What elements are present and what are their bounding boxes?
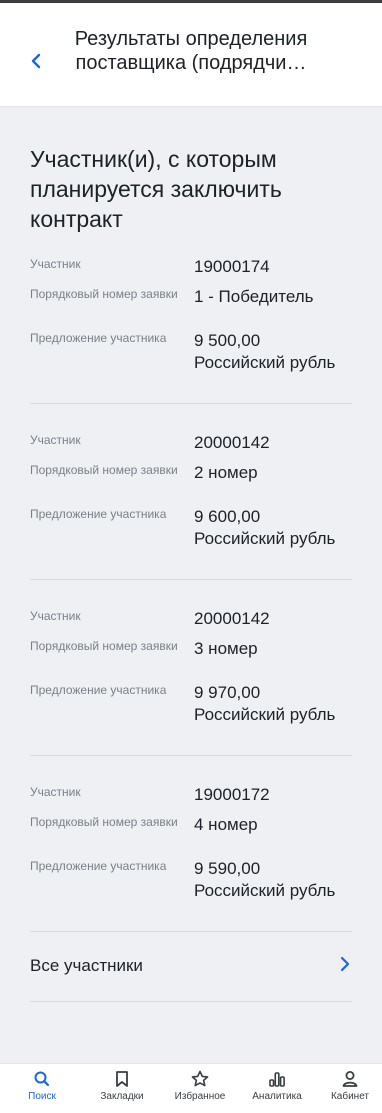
participant-card: Участник 20000142 Порядковый номер заявк… xyxy=(30,433,360,584)
participant-label: Участник xyxy=(30,609,81,623)
offer-amount: 9 600,00 xyxy=(194,507,261,526)
divider xyxy=(30,1001,352,1002)
all-participants-link[interactable]: Все участники xyxy=(30,951,352,981)
all-participants-label: Все участники xyxy=(30,956,143,975)
offer-currency: Российский рубль xyxy=(194,881,336,900)
application-number-label: Порядковый номер заявки xyxy=(30,815,178,829)
tab-bookmarks[interactable]: Закладки xyxy=(92,1070,152,1112)
application-number-value: 3 номер xyxy=(194,639,258,658)
participant-label: Участник xyxy=(30,785,81,799)
divider xyxy=(30,579,352,580)
offer-label: Предложение участника xyxy=(30,507,167,521)
header: Результаты определения поставщика (подря… xyxy=(0,3,382,107)
tab-label: Закладки xyxy=(100,1091,144,1102)
offer-amount: 9 590,00 xyxy=(194,859,261,878)
tab-label: Кабинет xyxy=(330,1091,370,1102)
tab-label: Аналитика xyxy=(252,1091,302,1102)
user-icon xyxy=(342,1071,358,1087)
star-icon xyxy=(191,1070,209,1087)
offer-label: Предложение участника xyxy=(30,331,167,345)
application-number-value: 2 номер xyxy=(194,463,258,482)
application-number-value: 4 номер xyxy=(194,815,258,834)
divider xyxy=(30,403,352,404)
section-title: Участник(и), с которым планируется заклю… xyxy=(30,146,282,232)
offer-amount: 9 500,00 xyxy=(194,331,261,350)
participant-label: Участник xyxy=(30,433,81,447)
analytics-icon xyxy=(269,1072,285,1087)
tab-favorites[interactable]: Избранное xyxy=(165,1070,235,1112)
chevron-left-icon xyxy=(31,53,41,69)
participant-label: Участник xyxy=(30,257,81,271)
offer-currency: Российский рубль xyxy=(194,353,336,372)
search-icon xyxy=(34,1071,50,1087)
participant-value: 19000174 xyxy=(194,257,270,276)
offer-amount: 9 970,00 xyxy=(194,683,261,702)
participant-card: Участник 19000174 Порядковый номер заявк… xyxy=(30,257,360,408)
participant-value: 20000142 xyxy=(194,609,270,628)
back-button[interactable] xyxy=(26,49,46,73)
tab-label: Избранное xyxy=(174,1091,226,1102)
offer-label: Предложение участника xyxy=(30,683,167,697)
application-number-value: 1 - Победитель xyxy=(194,287,314,306)
participant-value: 20000142 xyxy=(194,433,270,452)
offer-label: Предложение участника xyxy=(30,859,167,873)
offer-currency: Российский рубль xyxy=(194,529,336,548)
tab-analytics[interactable]: Аналитика xyxy=(244,1070,310,1112)
tab-label: Поиск xyxy=(28,1091,56,1102)
divider xyxy=(30,931,352,932)
tab-cabinet[interactable]: Кабинет xyxy=(322,1070,378,1112)
page-title: Результаты определения поставщика (подря… xyxy=(74,28,308,74)
bottom-tab-bar: Поиск Закладки Избранное Аналитика Кабин… xyxy=(0,1063,382,1113)
application-number-label: Порядковый номер заявки xyxy=(30,287,178,301)
divider xyxy=(30,755,352,756)
application-number-label: Порядковый номер заявки xyxy=(30,639,178,653)
participant-card: Участник 20000142 Порядковый номер заявк… xyxy=(30,609,360,760)
tab-search[interactable]: Поиск xyxy=(24,1070,60,1112)
chevron-right-icon xyxy=(338,953,352,975)
application-number-label: Порядковый номер заявки xyxy=(30,463,178,477)
bookmark-icon xyxy=(116,1071,128,1087)
participant-value: 19000172 xyxy=(194,785,270,804)
participant-card: Участник 19000172 Порядковый номер заявк… xyxy=(30,785,360,936)
offer-currency: Российский рубль xyxy=(194,705,336,724)
